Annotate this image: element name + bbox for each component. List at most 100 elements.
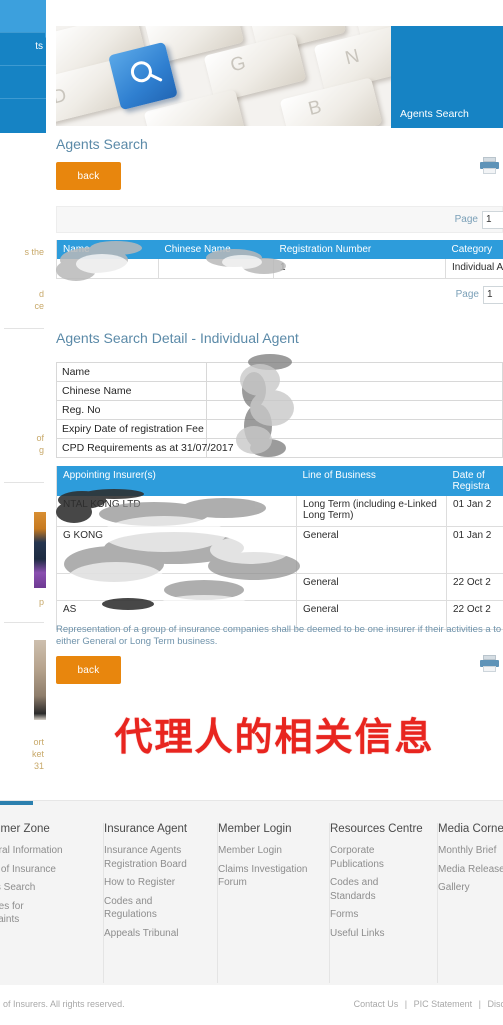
detail-label-cpd: CPD Requirements as at 31/07/2017 — [57, 439, 207, 458]
footer-link-registration-board[interactable]: Registration Board — [104, 858, 207, 872]
sidebar-divider-2 — [4, 482, 44, 483]
detail-value-name — [207, 363, 503, 382]
printer-icon-bottom[interactable] — [480, 655, 499, 672]
cell-registration-number: 1 — [274, 259, 446, 279]
detail-row-expiry: Expiry Date of registration Fee — [57, 420, 503, 439]
footer-bottom-bar: deration of Insurers. All rights reserve… — [0, 985, 503, 1025]
footer-link-avenues-for[interactable]: enues for — [0, 900, 93, 914]
keycap-label-d: D — [56, 85, 69, 110]
legal-link-contact-us[interactable]: Contact Us — [354, 999, 399, 1009]
footer-column-consumer-zone: nsumer Zone eneral Information pes of In… — [0, 823, 104, 983]
footer-heading-media-corner: Media Corne — [438, 823, 503, 835]
pagination-label-top: Page — [455, 214, 478, 225]
table-row: General 22 Oct 2 — [57, 574, 503, 601]
insurer-note: Representation of a group of insurance c… — [56, 624, 503, 648]
pagination-input-bottom[interactable]: 1 — [483, 286, 503, 304]
results-col-category: Category — [446, 240, 503, 259]
cell-category: Individual Agent — [446, 259, 503, 279]
footer-link-forms[interactable]: Forms — [330, 908, 427, 922]
back-button-top[interactable]: back — [56, 162, 121, 190]
footer-link-agents-search[interactable]: ents Search — [0, 881, 93, 895]
legal-links: Contact Us | PIC Statement | Disclaimer … — [354, 999, 503, 1009]
footer-link-insurance-agents[interactable]: Insurance Agents — [104, 844, 207, 858]
cell-date-2: 22 Oct 2 — [447, 574, 503, 601]
cell-line-1: General — [297, 527, 447, 574]
site-footer: nsumer Zone eneral Information pes of In… — [0, 800, 503, 1025]
footer-link-types-of-insurance[interactable]: pes of Insurance — [0, 863, 93, 877]
sidebar-clipped-text-1: d ce — [34, 288, 44, 312]
footer-link-how-to-register[interactable]: How to Register — [104, 876, 207, 890]
sidebar-nav-item-3[interactable] — [0, 99, 46, 132]
footer-link-monthly-brief[interactable]: Monthly Brief — [438, 844, 503, 858]
sidebar-nav-item-2[interactable] — [0, 66, 46, 99]
footer-link-useful-links[interactable]: Useful Links — [330, 927, 427, 941]
keycap-label-g: G — [228, 53, 248, 78]
printer-tray-part-2 — [483, 666, 496, 672]
footer-link-corporate[interactable]: Corporate — [330, 844, 427, 858]
footer-link-media-release[interactable]: Media Release — [438, 863, 503, 877]
pagination-input-top[interactable]: 1 — [482, 211, 503, 229]
footer-column-media-corner: Media Corne Monthly Brief Media Release … — [438, 823, 503, 983]
legal-separator-2: | — [479, 999, 481, 1009]
cell-insurer-2 — [57, 574, 297, 601]
keycap-label-n: N — [343, 46, 362, 71]
page-title: Agents Search — [56, 136, 148, 152]
footer-link-standards[interactable]: Standards — [330, 890, 427, 904]
sidebar-clipped-text-3: p — [39, 596, 44, 608]
detail-label-reg-no: Reg. No — [57, 401, 207, 420]
sidebar-clipped-text-4: ort ket 31 — [32, 736, 44, 772]
insurer-col-appointing: Appointing Insurer(s) — [57, 466, 297, 496]
results-col-name: Name — [57, 240, 159, 259]
legal-link-disclaimer-privacy[interactable]: Disclaimer & Priva — [487, 999, 503, 1009]
footer-link-general-information[interactable]: eneral Information — [0, 844, 93, 858]
detail-value-reg-no — [207, 401, 503, 420]
cell-line-2: General — [297, 574, 447, 601]
table-row[interactable]: 1 Individual Agent — [57, 259, 503, 279]
legal-link-pic-statement[interactable]: PIC Statement — [414, 999, 473, 1009]
table-row: G KONG General 01 Jan 2 — [57, 527, 503, 574]
printer-tray-part — [483, 168, 496, 174]
back-button-bottom[interactable]: back — [56, 656, 121, 684]
results-col-chinese-name: Chinese Name — [159, 240, 274, 259]
footer-column-resources-centre: Resources Centre Corporate Publications … — [330, 823, 438, 983]
detail-value-cpd — [207, 439, 503, 458]
footer-heading-resources-centre: Resources Centre — [330, 823, 427, 835]
magnifier-icon — [129, 59, 154, 84]
footer-link-codes-and-2[interactable]: Codes and — [330, 876, 427, 890]
footer-link-forum[interactable]: Forum — [218, 876, 319, 890]
detail-label-name: Name — [57, 363, 207, 382]
detail-row-reg-no: Reg. No — [57, 401, 503, 420]
cell-insurer-0: NTAL KONG LTD — [57, 496, 297, 527]
copyright-text: deration of Insurers. All rights reserve… — [0, 999, 125, 1009]
detail-label-expiry: Expiry Date of registration Fee — [57, 420, 207, 439]
insurer-table-header-row: Appointing Insurer(s) Line of Business D… — [57, 466, 503, 496]
sidebar-nav-item-0[interactable] — [0, 0, 46, 33]
footer-link-codes-and[interactable]: Codes and — [104, 895, 207, 909]
cell-name — [57, 259, 159, 279]
sidebar-nav-item-1[interactable]: ts — [0, 33, 46, 66]
legal-separator-1: | — [405, 999, 407, 1009]
footer-link-regulations[interactable]: Regulations — [104, 908, 207, 922]
footer-link-claims-investigation[interactable]: Claims Investigation — [218, 863, 319, 877]
insurer-col-line-of-business: Line of Business — [297, 466, 447, 496]
footer-heading-consumer-zone: nsumer Zone — [0, 823, 93, 835]
detail-label-chinese-name: Chinese Name — [57, 382, 207, 401]
footer-link-publications[interactable]: Publications — [330, 858, 427, 872]
footer-link-member-login[interactable]: Member Login — [218, 844, 319, 858]
footer-accent-bar — [0, 801, 33, 805]
sidebar-thumbnail-2[interactable] — [34, 640, 46, 720]
sidebar-nav-label-1: ts — [35, 41, 43, 52]
printer-icon-top[interactable] — [480, 157, 499, 174]
hero-tab-agents-search[interactable]: Agents Search — [391, 26, 503, 128]
cell-line-0: Long Term (including e-Linked Long Term) — [297, 496, 447, 527]
footer-link-gallery[interactable]: Gallery — [438, 881, 503, 895]
sidebar-nav: ts — [0, 0, 46, 133]
magnifier-handle-icon — [149, 73, 163, 82]
footer-link-complaints[interactable]: mplaints — [0, 913, 93, 927]
footer-link-appeals-tribunal[interactable]: Appeals Tribunal — [104, 927, 207, 941]
detail-title: Agents Search Detail - Individual Agent — [56, 330, 299, 346]
hero-tab-label: Agents Search — [400, 108, 469, 120]
sidebar-thumbnail-1[interactable] — [34, 512, 46, 588]
footer-column-insurance-agent: Insurance Agent Insurance Agents Registr… — [104, 823, 218, 983]
insurer-table: Appointing Insurer(s) Line of Business D… — [56, 466, 503, 630]
